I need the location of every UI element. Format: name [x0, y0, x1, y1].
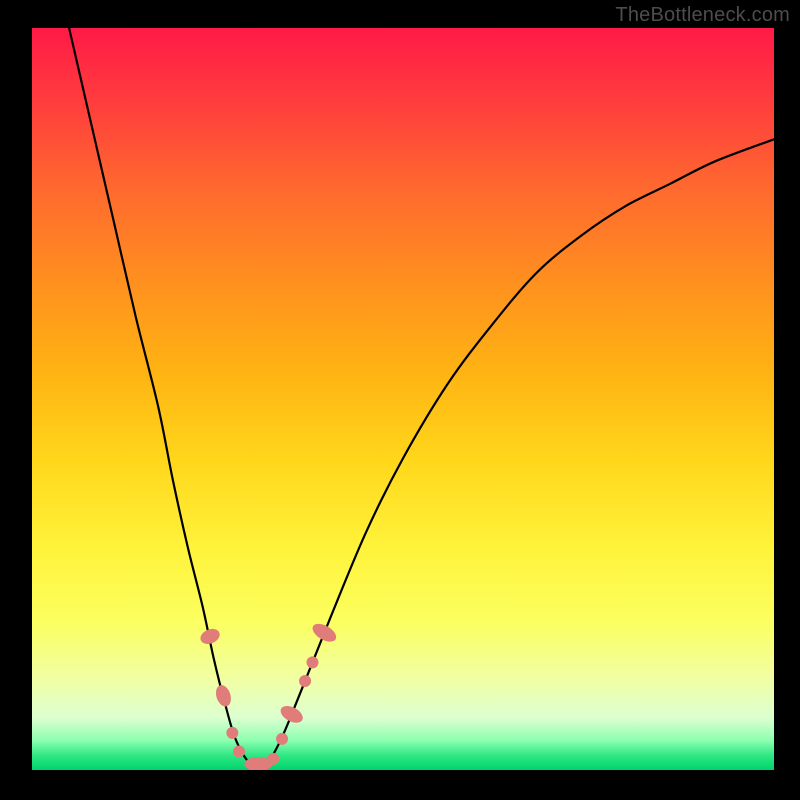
data-marker: [278, 703, 306, 727]
data-marker: [198, 626, 222, 647]
data-marker: [233, 745, 245, 757]
data-marker: [267, 753, 279, 765]
chart-svg: [32, 28, 774, 770]
chart-frame: TheBottleneck.com: [0, 0, 800, 800]
plot-area: [32, 28, 774, 770]
bottleneck-curve: [69, 28, 774, 767]
data-markers: [198, 620, 339, 770]
watermark-text: TheBottleneck.com: [615, 4, 790, 27]
data-marker: [310, 620, 340, 645]
data-marker: [213, 683, 233, 708]
data-marker: [226, 727, 238, 739]
data-marker: [306, 656, 318, 668]
data-marker: [276, 733, 288, 745]
data-marker: [299, 675, 311, 687]
